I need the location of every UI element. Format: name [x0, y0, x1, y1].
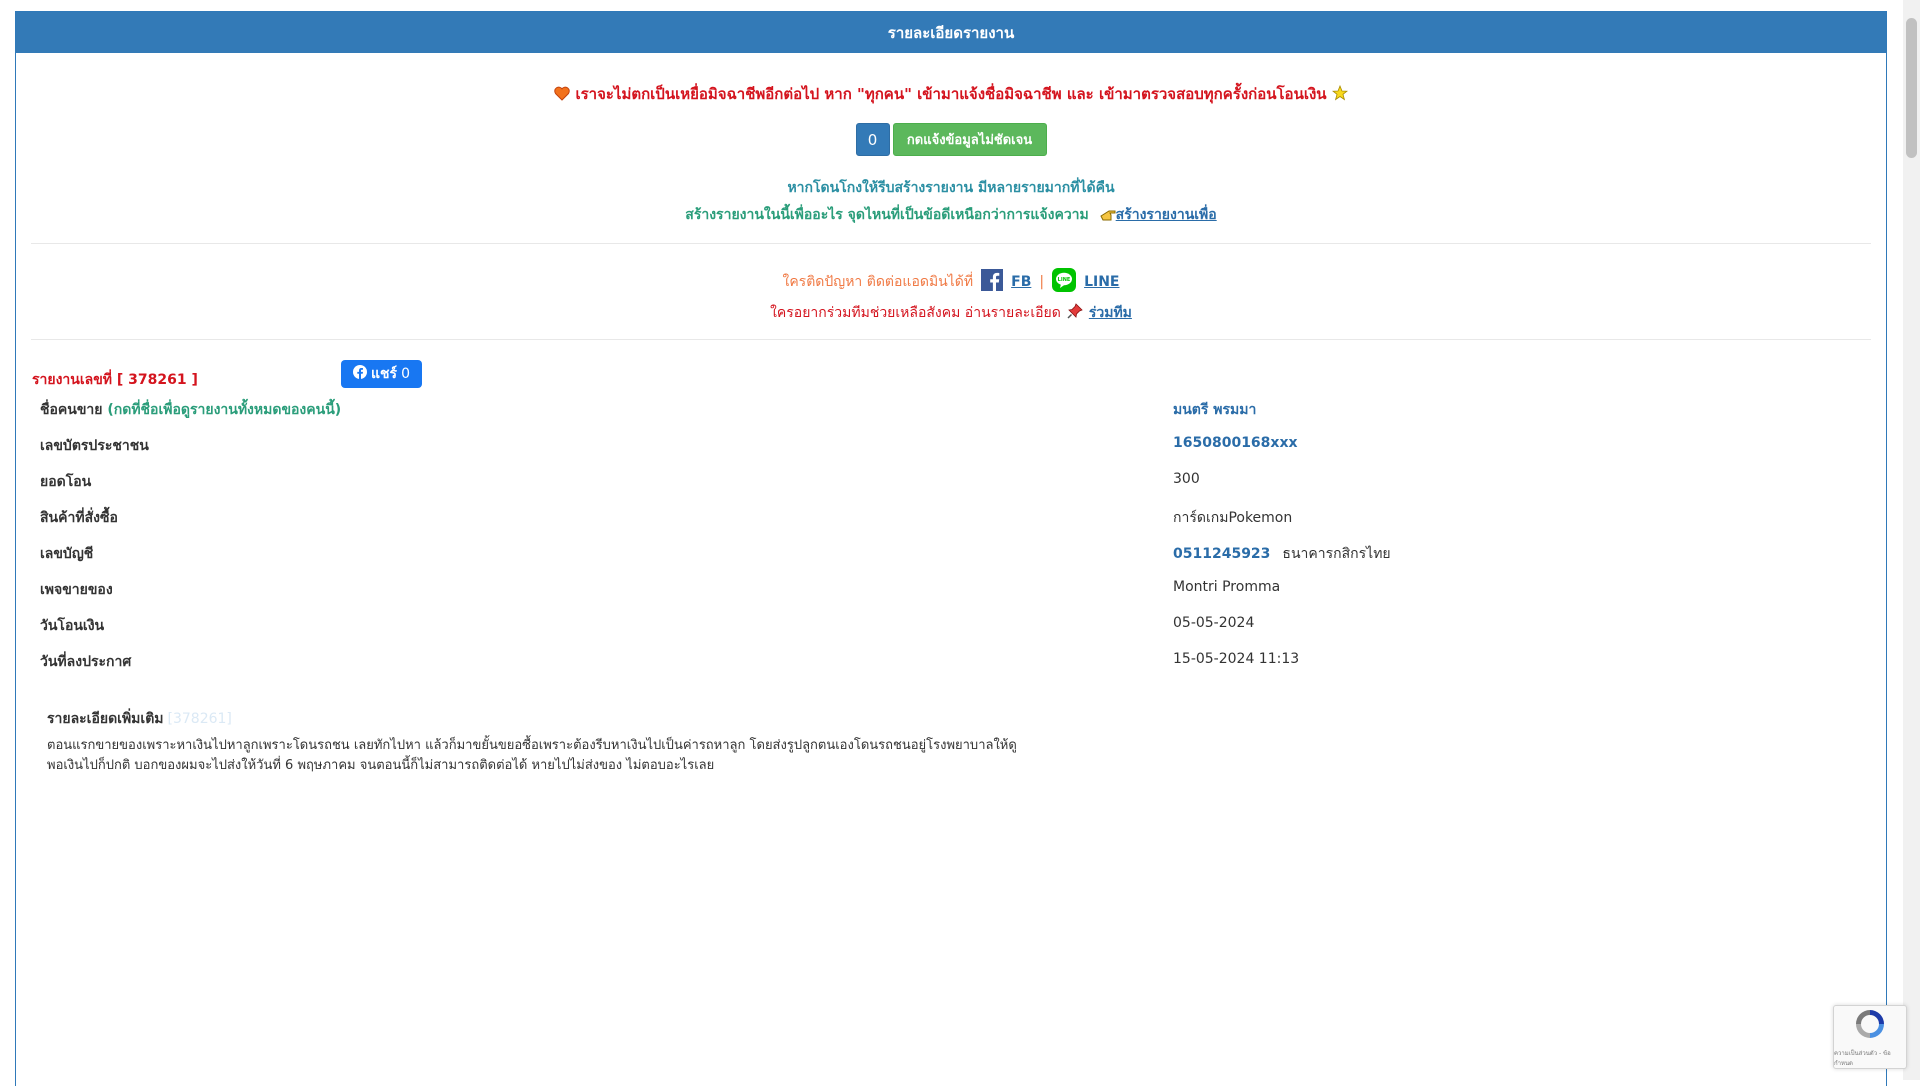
warning-text: เราจะไม่ตกเป็นเหยื่อมิจฉาชีพอีกต่อไป หาก…: [575, 85, 1327, 103]
product-value: การ์ดเกมPokemon: [1173, 510, 1293, 526]
detail-row-account: เลขบัญชี 0511245923 ธนาคารกสิกรไทย: [40, 539, 1866, 575]
report-button-row: 0 กดแจ้งข้อมูลไม่ชัดเจน: [16, 123, 1886, 156]
id-card-value-link[interactable]: 1650800168xxx: [1173, 435, 1298, 451]
account-value: 0511245923 ธนาคารกสิกรไทย: [1173, 543, 1391, 565]
report-panel: รายละเอียดรายงาน เราจะไม่ตกเป็นเหยื่อมิจ…: [15, 11, 1887, 1086]
transfer-date-label: วันโอนเงิน: [40, 618, 105, 634]
extra-details-line-1: ตอนแรกขายของเพราะหาเงินไปหาลูกเพราะโดนรถ…: [47, 738, 1017, 753]
info-line-2: สร้างรายงานในนี้เพื่ออะไร จุดไหนที่เป็นข…: [16, 204, 1886, 226]
detail-row-product: สินค้าที่สั่งซื้อ การ์ดเกมPokemon: [40, 503, 1866, 539]
divider: [31, 339, 1871, 340]
contact-row: ใครติดปัญหา ติดต่อแอดมินได้ที่ FB | LINE…: [16, 268, 1886, 296]
contact-separator: |: [1039, 274, 1045, 290]
contact-line-link[interactable]: LINE: [1084, 274, 1119, 290]
warning-message: เราจะไม่ตกเป็นเหยื่อมิจฉาชีพอีกต่อไป หาก…: [16, 82, 1886, 106]
extra-details-title: รายละเอียดเพิ่มเติม [378261]: [47, 711, 232, 727]
share-label: แชร์: [371, 366, 398, 382]
detail-row-seller: ชื่อคนขาย (กดที่ชื่อเพื่อดูรายงานทั้งหมด…: [40, 395, 1866, 431]
report-details: ชื่อคนขาย (กดที่ชื่อเพื่อดูรายงานทั้งหมด…: [40, 395, 1866, 683]
panel-title: รายละเอียดรายงาน: [16, 12, 1886, 53]
heart-icon: [554, 86, 570, 105]
amount-value: 300: [1173, 471, 1200, 487]
extra-details-line-2: พอเงินไปก็ปกติ บอกของผมจะไปส่งให้วันที่ …: [47, 758, 715, 773]
amount-label: ยอดโอน: [40, 474, 92, 490]
detail-row-amount: ยอดโอน 300: [40, 467, 1866, 503]
seller-hint-link[interactable]: (กดที่ชื่อเพื่อดูรายงานทั้งหมดของคนนี้): [107, 402, 341, 418]
account-label: เลขบัญชี: [40, 546, 94, 562]
extra-details-id: [378261]: [167, 711, 232, 727]
star-icon: [1331, 84, 1348, 105]
transfer-date-value: 05-05-2024: [1173, 615, 1255, 631]
recaptcha-icon: [1853, 1007, 1887, 1045]
svg-text:LINE: LINE: [1058, 277, 1071, 283]
line-icon: LINE: [1052, 268, 1077, 296]
detail-row-page: เพจขายของ Montri Promma: [40, 575, 1866, 611]
page-scrollbar[interactable]: [1903, 0, 1920, 1080]
page-label: เพจขายของ: [40, 582, 113, 598]
pin-icon: [1067, 303, 1083, 323]
account-number-link[interactable]: 0511245923: [1173, 546, 1270, 562]
info-line-2-text: สร้างรายงานในนี้เพื่ออะไร จุดไหนที่เป็นข…: [685, 207, 1089, 223]
detail-row-id-card: เลขบัตรประชาชน 1650800168xxx: [40, 431, 1866, 467]
facebook-circle-icon: [353, 365, 368, 383]
product-label: สินค้าที่สั่งซื้อ: [40, 510, 118, 526]
page-value: Montri Promma: [1173, 579, 1281, 595]
report-unclear-button[interactable]: กดแจ้งข้อมูลไม่ชัดเจน: [892, 123, 1047, 156]
join-team-link[interactable]: ร่วมทีม: [1089, 302, 1132, 324]
recaptcha-privacy-text[interactable]: ความเป็นส่วนตัว - ข้อกำหนด: [1834, 1048, 1906, 1068]
unclear-count-badge: 0: [855, 123, 890, 156]
share-count: 0: [401, 366, 410, 382]
seller-label: ชื่อคนขาย (กดที่ชื่อเพื่อดูรายงานทั้งหมด…: [40, 402, 342, 418]
seller-name-link[interactable]: มนตรี พรมมา: [1173, 399, 1256, 421]
id-card-label: เลขบัตรประชาชน: [40, 438, 149, 454]
recaptcha-badge[interactable]: ความเป็นส่วนตัว - ข้อกำหนด: [1833, 1005, 1907, 1069]
fb-share-button[interactable]: แชร์ 0: [341, 360, 422, 388]
create-report-link[interactable]: สร้างรายงานเพื่อ: [1116, 207, 1217, 223]
bank-name: ธนาคารกสิกรไทย: [1282, 546, 1391, 562]
facebook-icon: [981, 269, 1004, 295]
extra-details: รายละเอียดเพิ่มเติม [378261] ตอนแรกขายของ…: [47, 708, 1077, 776]
info-line-1: หากโดนโกงให้รีบสร้างรายงาน มีหลายรายมากท…: [787, 180, 1115, 196]
post-date-label: วันที่ลงประกาศ: [40, 654, 132, 670]
detail-row-post-date: วันที่ลงประกาศ 15-05-2024 11:13: [40, 647, 1866, 683]
scrollbar-thumb[interactable]: [1906, 18, 1917, 158]
join-row: ใครอยากร่วมทีมช่วยเหลือสังคม อ่านรายละเอ…: [16, 302, 1886, 324]
contact-label: ใครติดปัญหา ติดต่อแอดมินได้ที่: [782, 274, 974, 290]
report-number: รายงานเลขที่ [ 378261 ]: [32, 372, 198, 388]
join-label: ใครอยากร่วมทีมช่วยเหลือสังคม อ่านรายละเอ…: [770, 305, 1061, 321]
extra-details-body: ตอนแรกขายของเพราะหาเงินไปหาลูกเพราะโดนรถ…: [47, 736, 1077, 776]
post-date-value: 15-05-2024 11:13: [1173, 651, 1300, 667]
divider: [31, 243, 1871, 244]
pointing-hand-icon: [1100, 208, 1116, 226]
detail-row-transfer-date: วันโอนเงิน 05-05-2024: [40, 611, 1866, 647]
contact-fb-link[interactable]: FB: [1011, 274, 1031, 290]
